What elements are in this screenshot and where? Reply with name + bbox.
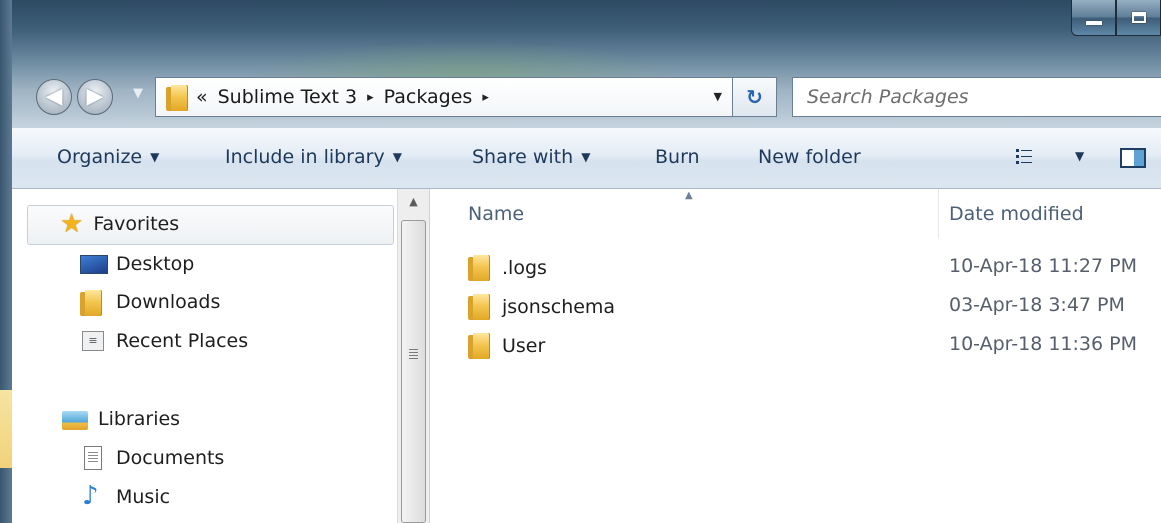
file-date: 10-Apr-18 11:27 PM [949,255,1137,277]
back-arrow-icon: ◀ [45,84,63,109]
scroll-up-arrow-icon[interactable]: ▲ [398,195,429,208]
address-bar[interactable]: « Sublime Text 3 ▸ Packages ▸ ▼ [155,77,733,117]
include-in-library-button[interactable]: Include in library ▼ [225,146,402,168]
back-button[interactable]: ◀ [36,79,72,115]
music-label: Music [116,486,171,508]
libraries-label: Libraries [98,408,181,430]
favorites-label: Favorites [93,213,180,235]
file-row[interactable]: .logs 10-Apr-18 11:27 PM [431,249,1161,285]
sort-ascending-icon: ▲ [685,190,693,201]
search-input[interactable] [807,86,1107,108]
column-divider[interactable] [938,189,939,239]
burn-label: Burn [655,146,700,168]
view-details-icon [1016,149,1032,164]
maximize-icon [1131,12,1146,23]
chevron-down-icon: ▼ [581,150,591,164]
folder-icon [80,290,106,316]
folder-icon [468,255,490,281]
burn-button[interactable]: Burn [655,146,700,168]
refresh-icon: ↻ [746,85,763,109]
file-row[interactable]: User 10-Apr-18 11:36 PM [431,327,1161,363]
organize-label: Organize [57,146,143,168]
desktop-icon [80,252,108,276]
nav-music[interactable]: ♪ Music [80,481,171,511]
downloads-label: Downloads [116,291,221,313]
change-view-button[interactable] [1015,148,1033,166]
search-box[interactable] [792,77,1161,117]
nav-pane-scrollbar[interactable]: ▲ [397,189,430,523]
chevron-down-icon: ▼ [150,150,160,164]
file-row[interactable]: jsonschema 03-Apr-18 3:47 PM [431,288,1161,324]
breadcrumb: « Sublime Text 3 ▸ Packages ▸ [196,86,489,108]
file-date: 10-Apr-18 11:36 PM [949,333,1137,355]
grip-icon [409,349,418,361]
file-name-cell: User [468,333,545,359]
breadcrumb-separator[interactable]: ▸ [367,90,374,105]
caption-buttons [1071,0,1161,44]
file-name: jsonschema [502,296,616,318]
file-name: User [502,335,546,357]
share-with-label: Share with [472,146,574,168]
documents-label: Documents [116,447,225,469]
folder-icon [166,85,188,111]
nav-recent-places[interactable]: ≡ Recent Places [80,329,248,353]
minimize-icon [1085,20,1102,25]
recent-places-icon: ≡ [80,329,106,353]
recent-places-label: Recent Places [116,330,249,352]
recent-pages-dropdown[interactable]: ▼ [133,86,143,101]
column-header-name[interactable]: Name [468,203,524,225]
navigation-pane: ★ Favorites Desktop Downloads ≡ Recent P… [12,189,397,523]
preview-pane-button[interactable] [1120,148,1146,168]
nav-desktop[interactable]: Desktop [80,252,194,276]
documents-icon [80,446,106,470]
breadcrumb-sublime-text-3[interactable]: Sublime Text 3 [218,86,358,108]
nav-downloads[interactable]: Downloads [80,290,221,316]
music-icon: ♪ [82,481,99,511]
desktop-label: Desktop [116,253,195,275]
view-options-dropdown[interactable]: ▼ [1075,149,1084,163]
nav-libraries[interactable]: Libraries [62,407,180,431]
libraries-icon [62,407,88,431]
column-header-date-modified[interactable]: Date modified [949,203,1084,225]
address-dropdown-icon[interactable]: ▼ [714,90,722,103]
nav-favorites[interactable]: ★ Favorites [60,211,179,237]
file-name-cell: jsonschema [468,294,615,320]
new-folder-button[interactable]: New folder [758,146,861,168]
organize-button[interactable]: Organize ▼ [57,146,159,168]
scrollbar-thumb[interactable] [401,220,426,523]
breadcrumb-packages[interactable]: Packages [384,86,473,108]
file-date: 03-Apr-18 3:47 PM [949,294,1125,316]
forward-button[interactable]: ▶ [77,79,113,115]
breadcrumb-overflow[interactable]: « [196,86,208,108]
maximize-button[interactable] [1116,0,1161,36]
include-in-library-label: Include in library [225,146,385,168]
minimize-button[interactable] [1071,0,1116,36]
folder-icon [468,294,490,320]
forward-arrow-icon: ▶ [86,84,104,109]
explorer-window: ◀ ▶ ▼ « Sublime Text 3 ▸ Packages ▸ ▼ ↻ … [0,0,1161,523]
share-with-button[interactable]: Share with ▼ [472,146,590,168]
chevron-down-icon: ▼ [392,150,402,164]
folder-icon [468,333,490,359]
command-bar: Organize ▼ Include in library ▼ Share with… [12,128,1161,189]
new-folder-label: New folder [758,146,861,168]
file-name: .logs [502,257,547,279]
breadcrumb-separator[interactable]: ▸ [482,90,489,105]
refresh-button[interactable]: ↻ [733,77,777,117]
file-list: ▲ Name Date modified .logs 10-Apr-18 11:… [431,189,1161,523]
star-icon: ★ [60,209,84,239]
file-name-cell: .logs [468,255,547,281]
nav-documents[interactable]: Documents [80,446,224,470]
